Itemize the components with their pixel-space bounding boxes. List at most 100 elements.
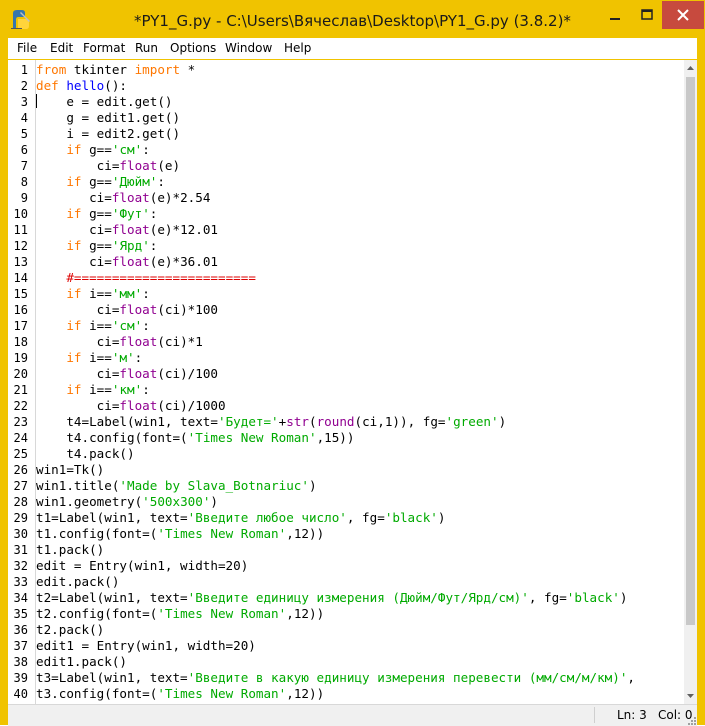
code-line[interactable]: if g=='Фут': <box>36 206 157 222</box>
line-number: 7 <box>20 159 28 173</box>
line-number: 12 <box>13 239 28 253</box>
line-number: 15 <box>13 287 28 301</box>
code-line[interactable]: t4.config(font=('Times New Roman',15)) <box>36 430 354 446</box>
code-line[interactable]: i = edit2.get() <box>36 126 180 142</box>
menu-format[interactable]: Format <box>83 41 125 55</box>
line-number: 16 <box>13 303 28 317</box>
code-line[interactable]: if i=='см': <box>36 318 149 334</box>
title-bar[interactable]: *PY1_G.py - C:\Users\Вячеслав\Desktop\PY… <box>0 0 705 38</box>
code-line[interactable]: t3.config(font=('Times New Roman',12)) <box>36 686 324 702</box>
line-number: 19 <box>13 351 28 365</box>
line-number: 32 <box>13 559 28 573</box>
code-line[interactable]: if g=='Дюйм': <box>36 174 165 190</box>
code-line[interactable]: ci=float(e)*36.01 <box>36 254 218 270</box>
code-line[interactable]: ci=float(e) <box>36 158 180 174</box>
status-line-number: Ln: 3 <box>617 708 647 722</box>
code-line[interactable]: t1.pack() <box>36 542 104 558</box>
line-number: 20 <box>13 367 28 381</box>
code-line[interactable]: edit = Entry(win1, width=20) <box>36 558 248 574</box>
line-number: 17 <box>13 319 28 333</box>
line-number: 5 <box>20 127 28 141</box>
line-number: 23 <box>13 415 28 429</box>
line-number: 34 <box>13 591 28 605</box>
line-number: 10 <box>13 207 28 221</box>
code-line[interactable]: g = edit1.get() <box>36 110 180 126</box>
code-line[interactable]: ci=float(e)*12.01 <box>36 222 218 238</box>
code-line[interactable]: t4.pack() <box>36 446 134 462</box>
code-line[interactable]: ci=float(ci)/100 <box>36 366 218 382</box>
code-line[interactable]: t2.config(font=('Times New Roman',12)) <box>36 606 324 622</box>
line-number: 28 <box>13 495 28 509</box>
menu-file[interactable]: File <box>17 41 37 55</box>
line-number: 38 <box>13 655 28 669</box>
line-number: 31 <box>13 543 28 557</box>
code-line[interactable]: t3=Label(win1, text='Введите в какую еди… <box>36 670 635 686</box>
code-line[interactable]: win1.geometry('500x300') <box>36 494 218 510</box>
menu-help[interactable]: Help <box>284 41 311 55</box>
line-number: 26 <box>13 463 28 477</box>
line-number: 24 <box>13 431 28 445</box>
line-number: 14 <box>13 271 28 285</box>
line-number: 21 <box>13 383 28 397</box>
close-button[interactable] <box>662 1 704 29</box>
line-number: 39 <box>13 671 28 685</box>
resize-grip-icon[interactable] <box>686 715 697 726</box>
vertical-scrollbar[interactable] <box>684 60 697 704</box>
menu-window[interactable]: Window <box>225 41 272 55</box>
code-line[interactable]: def hello(): <box>36 78 127 94</box>
code-line[interactable]: ci=float(e)*2.54 <box>36 190 210 206</box>
code-line[interactable]: from tkinter import * <box>36 62 195 78</box>
scroll-up-arrow-icon[interactable] <box>684 60 697 76</box>
status-bar: Ln: 3 Col: 0 <box>8 704 697 726</box>
code-editor[interactable]: 1 2 3 4 5 6 7 8 9 10 11 12 13 14 15 16 17 18 19 20 21 22 23 24 2… <box>8 60 697 704</box>
line-number: 4 <box>20 111 28 125</box>
line-number: 29 <box>13 511 28 525</box>
code-line[interactable]: t2.pack() <box>36 622 104 638</box>
code-line[interactable]: edit.pack() <box>36 574 119 590</box>
code-line[interactable]: if i=='м': <box>36 350 142 366</box>
line-number: 13 <box>13 255 28 269</box>
line-number: 27 <box>13 479 28 493</box>
line-number: 3 <box>20 95 28 109</box>
line-number-gutter: 1 2 3 4 5 6 7 8 9 10 11 12 13 14 15 16 17 18 19 20 21 22 23 24 2… <box>8 60 36 704</box>
code-line[interactable]: #======================== <box>36 270 256 286</box>
menu-bar: File Edit Format Run Options Window Help <box>8 38 697 59</box>
line-number: 33 <box>13 575 28 589</box>
code-line[interactable]: if g=='Ярд': <box>36 238 157 254</box>
line-number: 18 <box>13 335 28 349</box>
code-line[interactable]: if g=='см': <box>36 142 149 158</box>
code-line[interactable]: e = edit.get() <box>36 94 172 110</box>
menu-edit[interactable]: Edit <box>50 41 73 55</box>
line-number: 35 <box>13 607 28 621</box>
code-line[interactable]: if i=='км': <box>36 382 149 398</box>
code-line[interactable]: t1=Label(win1, text='Введите любое число… <box>36 510 445 526</box>
line-number: 9 <box>20 191 28 205</box>
idle-window: *PY1_G.py - C:\Users\Вячеслав\Desktop\PY… <box>0 0 705 726</box>
code-line[interactable]: edit1 = Entry(win1, width=20) <box>36 638 256 654</box>
code-line[interactable]: ci=float(ci)/1000 <box>36 398 226 414</box>
scroll-down-arrow-icon[interactable] <box>684 688 697 704</box>
line-number: 22 <box>13 399 28 413</box>
code-line[interactable]: t2=Label(win1, text='Введите единицу изм… <box>36 590 627 606</box>
line-number: 25 <box>13 447 28 461</box>
code-line[interactable]: if i=='мм': <box>36 286 149 302</box>
code-line[interactable]: t4=Label(win1, text='Будет='+str(round(c… <box>36 414 506 430</box>
line-number: 2 <box>20 79 28 93</box>
maximize-button[interactable] <box>632 1 662 29</box>
minimize-button[interactable] <box>598 1 632 29</box>
code-line[interactable]: win1=Tk() <box>36 462 104 478</box>
line-number: 37 <box>13 639 28 653</box>
line-number: 6 <box>20 143 28 157</box>
status-divider <box>594 707 595 723</box>
code-line[interactable]: t1.config(font=('Times New Roman',12)) <box>36 526 324 542</box>
menu-run[interactable]: Run <box>135 41 158 55</box>
line-number: 11 <box>13 223 28 237</box>
code-line[interactable]: ci=float(ci)*100 <box>36 302 218 318</box>
menu-options[interactable]: Options <box>170 41 216 55</box>
scrollbar-thumb[interactable] <box>686 77 695 625</box>
line-number: 8 <box>20 175 28 189</box>
code-line[interactable]: edit1.pack() <box>36 654 127 670</box>
code-line[interactable]: ci=float(ci)*1 <box>36 334 203 350</box>
code-text-area[interactable]: from tkinter import * def hello(): e = ed… <box>36 60 684 704</box>
code-line[interactable]: win1.title('Made by Slava_Botnariuc') <box>36 478 317 494</box>
